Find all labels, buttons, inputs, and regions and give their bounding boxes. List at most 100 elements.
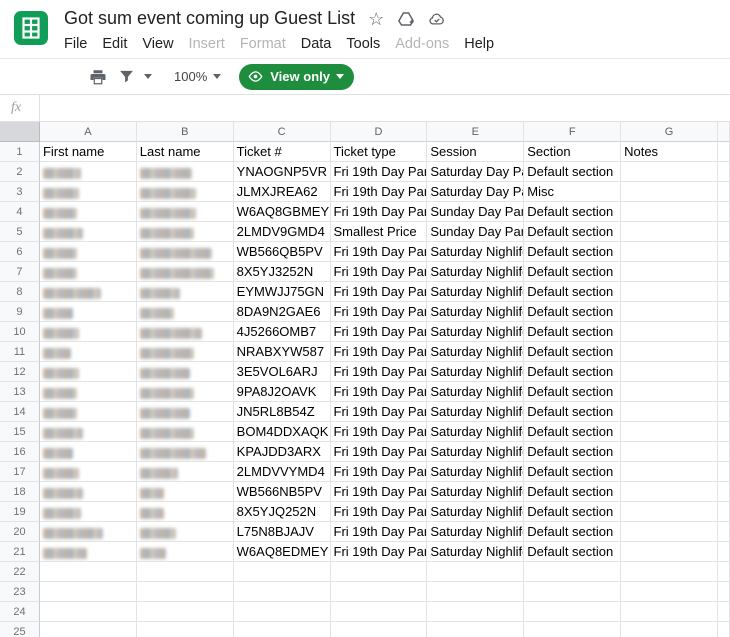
header-cell[interactable] xyxy=(717,142,730,162)
data-cell[interactable] xyxy=(136,462,234,482)
data-cell[interactable]: Default section xyxy=(524,422,622,442)
menu-file[interactable]: File xyxy=(64,36,87,52)
data-cell[interactable] xyxy=(136,322,234,342)
data-cell[interactable] xyxy=(717,322,730,342)
data-cell[interactable] xyxy=(621,402,718,422)
row-number[interactable]: 7 xyxy=(0,262,40,282)
data-cell[interactable]: Saturday Nighlife xyxy=(427,362,525,382)
data-cell[interactable] xyxy=(39,322,137,342)
data-cell[interactable] xyxy=(137,622,234,637)
data-cell[interactable]: Fri 19th Day Par xyxy=(330,242,428,262)
data-cell[interactable] xyxy=(717,182,730,202)
data-cell[interactable]: Fri 19th Day Par xyxy=(330,202,428,222)
data-cell[interactable] xyxy=(39,302,137,322)
data-cell[interactable]: Fri 19th Day Par xyxy=(330,182,428,202)
data-cell[interactable]: YNAOGNP5VR xyxy=(233,162,331,182)
data-cell[interactable] xyxy=(233,602,331,622)
row-number[interactable]: 15 xyxy=(0,422,40,442)
data-cell[interactable] xyxy=(621,302,718,322)
row-number[interactable]: 9 xyxy=(0,302,40,322)
data-cell[interactable]: Saturday Nighlife xyxy=(427,302,525,322)
data-cell[interactable] xyxy=(717,382,730,402)
data-cell[interactable]: Saturday Day Pa xyxy=(427,162,525,182)
data-cell[interactable]: Saturday Nighlife xyxy=(427,342,525,362)
data-cell[interactable] xyxy=(233,562,331,582)
data-cell[interactable] xyxy=(136,582,234,602)
data-cell[interactable] xyxy=(621,282,718,302)
data-cell[interactable] xyxy=(621,262,718,282)
header-cell[interactable]: Section xyxy=(524,142,622,162)
data-cell[interactable] xyxy=(524,562,622,582)
column-header-partial[interactable] xyxy=(717,122,730,142)
data-cell[interactable] xyxy=(39,522,137,542)
data-cell[interactable]: Fri 19th Day Par xyxy=(330,422,428,442)
data-cell[interactable]: KPAJDD3ARX xyxy=(233,442,331,462)
header-cell[interactable]: Ticket # xyxy=(233,142,331,162)
data-cell[interactable]: 8X5YJ3252N xyxy=(233,262,331,282)
data-cell[interactable]: Fri 19th Day Par xyxy=(330,482,428,502)
data-cell[interactable]: Smallest Price xyxy=(330,222,428,242)
data-cell[interactable]: Fri 19th Day Par xyxy=(330,302,428,322)
menu-edit[interactable]: Edit xyxy=(102,36,127,52)
data-cell[interactable] xyxy=(717,282,730,302)
data-cell[interactable] xyxy=(621,222,718,242)
data-cell[interactable] xyxy=(136,182,234,202)
data-cell[interactable]: Fri 19th Day Par xyxy=(330,522,428,542)
data-cell[interactable]: Fri 19th Day Par xyxy=(330,342,428,362)
menu-tools[interactable]: Tools xyxy=(346,36,380,52)
data-cell[interactable] xyxy=(717,302,730,322)
data-cell[interactable]: 8X5YJQ252N xyxy=(233,502,331,522)
star-icon[interactable]: ☆ xyxy=(368,10,384,28)
data-cell[interactable] xyxy=(427,562,525,582)
data-cell[interactable] xyxy=(717,362,730,382)
data-cell[interactable]: Saturday Nighlife xyxy=(427,382,525,402)
data-cell[interactable] xyxy=(330,582,428,602)
data-cell[interactable]: Saturday Nighlife xyxy=(427,262,525,282)
drive-shortcut-icon[interactable] xyxy=(397,10,415,28)
data-cell[interactable]: Default section xyxy=(524,542,622,562)
data-cell[interactable]: JLMXJREA62 xyxy=(233,182,331,202)
data-cell[interactable] xyxy=(39,402,137,422)
row-number[interactable]: 14 xyxy=(0,402,40,422)
data-cell[interactable]: 9PA8J2OAVK xyxy=(233,382,331,402)
data-cell[interactable] xyxy=(136,202,234,222)
data-cell[interactable] xyxy=(136,242,234,262)
row-number[interactable]: 3 xyxy=(0,182,40,202)
zoom-level[interactable]: 100% xyxy=(174,69,207,84)
data-cell[interactable] xyxy=(39,162,137,182)
menu-help[interactable]: Help xyxy=(464,36,494,52)
data-cell[interactable] xyxy=(136,302,234,322)
data-cell[interactable] xyxy=(621,622,718,637)
data-cell[interactable]: JN5RL8B54Z xyxy=(233,402,331,422)
data-cell[interactable]: EYMWJJ75GN xyxy=(233,282,331,302)
data-cell[interactable] xyxy=(717,542,730,562)
data-cell[interactable]: Sunday Day Par xyxy=(427,202,525,222)
document-title[interactable]: Got sum event coming up Guest List xyxy=(64,8,355,29)
data-cell[interactable]: Fri 19th Day Par xyxy=(330,542,428,562)
data-cell[interactable] xyxy=(136,522,234,542)
header-cell[interactable]: Last name xyxy=(136,142,234,162)
data-cell[interactable] xyxy=(136,422,234,442)
data-cell[interactable] xyxy=(717,222,730,242)
data-cell[interactable] xyxy=(621,242,718,262)
row-number[interactable]: 10 xyxy=(0,322,40,342)
data-cell[interactable] xyxy=(39,362,137,382)
data-cell[interactable] xyxy=(621,202,718,222)
row-number[interactable]: 17 xyxy=(0,462,40,482)
menu-data[interactable]: Data xyxy=(301,36,332,52)
data-cell[interactable] xyxy=(136,502,234,522)
data-cell[interactable]: Default section xyxy=(524,322,622,342)
data-cell[interactable]: Fri 19th Day Par xyxy=(330,162,428,182)
row-number[interactable]: 1 xyxy=(0,142,40,162)
data-cell[interactable] xyxy=(621,382,718,402)
data-cell[interactable] xyxy=(39,562,137,582)
data-cell[interactable] xyxy=(136,482,234,502)
row-number[interactable]: 6 xyxy=(0,242,40,262)
data-cell[interactable] xyxy=(39,442,137,462)
data-cell[interactable] xyxy=(524,582,622,602)
view-only-button[interactable]: View only xyxy=(239,63,354,90)
data-cell[interactable] xyxy=(330,562,428,582)
column-header-C[interactable]: C xyxy=(233,122,331,142)
data-cell[interactable]: Fri 19th Day Par xyxy=(330,322,428,342)
data-cell[interactable]: Default section xyxy=(524,382,622,402)
